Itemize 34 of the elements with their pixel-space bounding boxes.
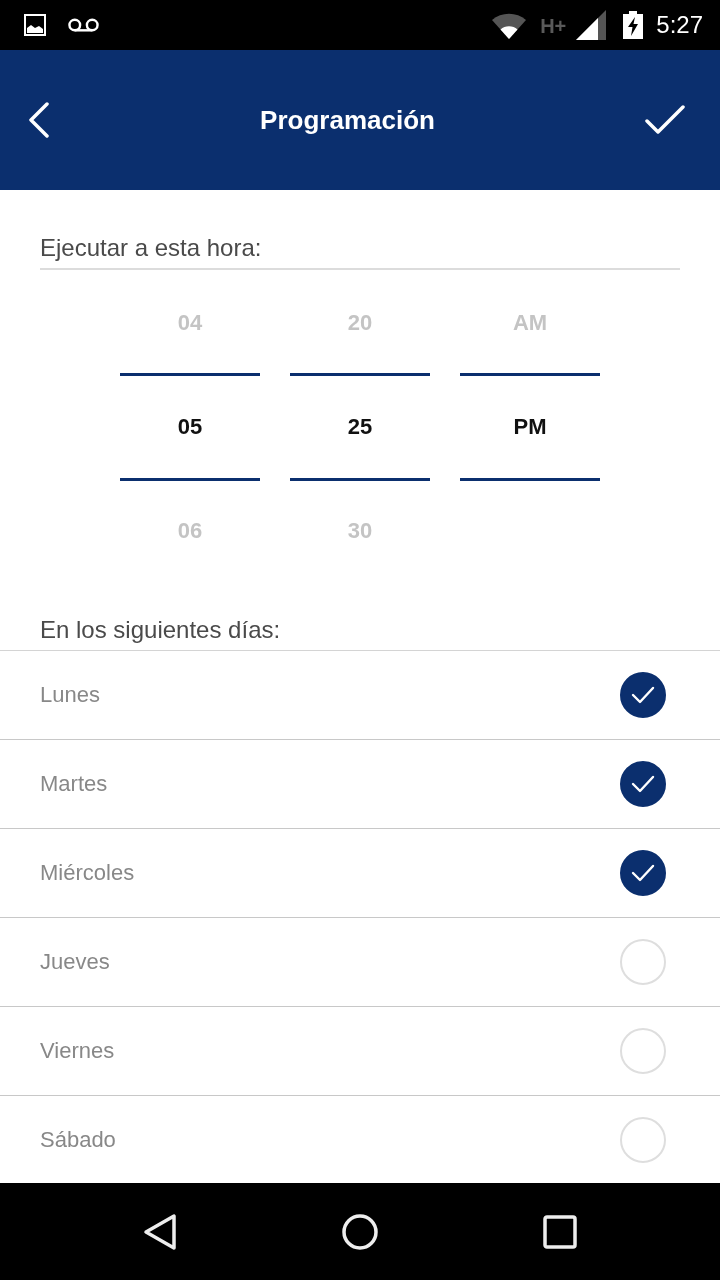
section-label: En los siguientes días: (40, 616, 281, 643)
wifi-icon (492, 13, 527, 39)
time-picker-value[interactable]: 30 (347, 518, 373, 544)
check-icon (631, 864, 655, 882)
checkbox[interactable] (620, 850, 666, 896)
time-picker-value[interactable]: AM (512, 310, 548, 336)
time-picker-value[interactable]: 05 (177, 414, 203, 440)
battery-charging-icon (623, 11, 644, 39)
signal-icon (576, 10, 607, 40)
time-picker-value[interactable]: 06 (177, 518, 203, 544)
check-icon[interactable] (645, 105, 685, 135)
time-picker-value[interactable]: 20 (347, 310, 373, 336)
image-icon (24, 14, 46, 36)
day-label: Viernes (40, 1038, 115, 1064)
day-label: Lunes (40, 682, 100, 708)
status-time: 5:27 (656, 11, 703, 39)
day-label: Jueves (40, 949, 110, 975)
time-picker-value[interactable]: 25 (347, 414, 373, 440)
recent-apps-icon[interactable] (543, 1214, 577, 1249)
checkbox[interactable] (620, 672, 666, 718)
checkbox[interactable] (620, 761, 666, 807)
back-icon[interactable] (143, 1212, 177, 1251)
voicemail-icon (68, 18, 99, 32)
day-label: Martes (40, 771, 108, 797)
time-picker-value[interactable]: 04 (177, 310, 203, 336)
time-picker-value[interactable]: PM (513, 414, 547, 440)
check-icon (631, 775, 655, 793)
home-icon[interactable] (342, 1213, 378, 1250)
network-type: H+ (540, 16, 567, 36)
check-icon (631, 686, 655, 704)
day-label: Miércoles (40, 860, 135, 886)
day-label: Sábado (40, 1127, 116, 1153)
section-label: Ejecutar a esta hora: (40, 234, 262, 261)
screen-title: Programación (260, 104, 435, 136)
